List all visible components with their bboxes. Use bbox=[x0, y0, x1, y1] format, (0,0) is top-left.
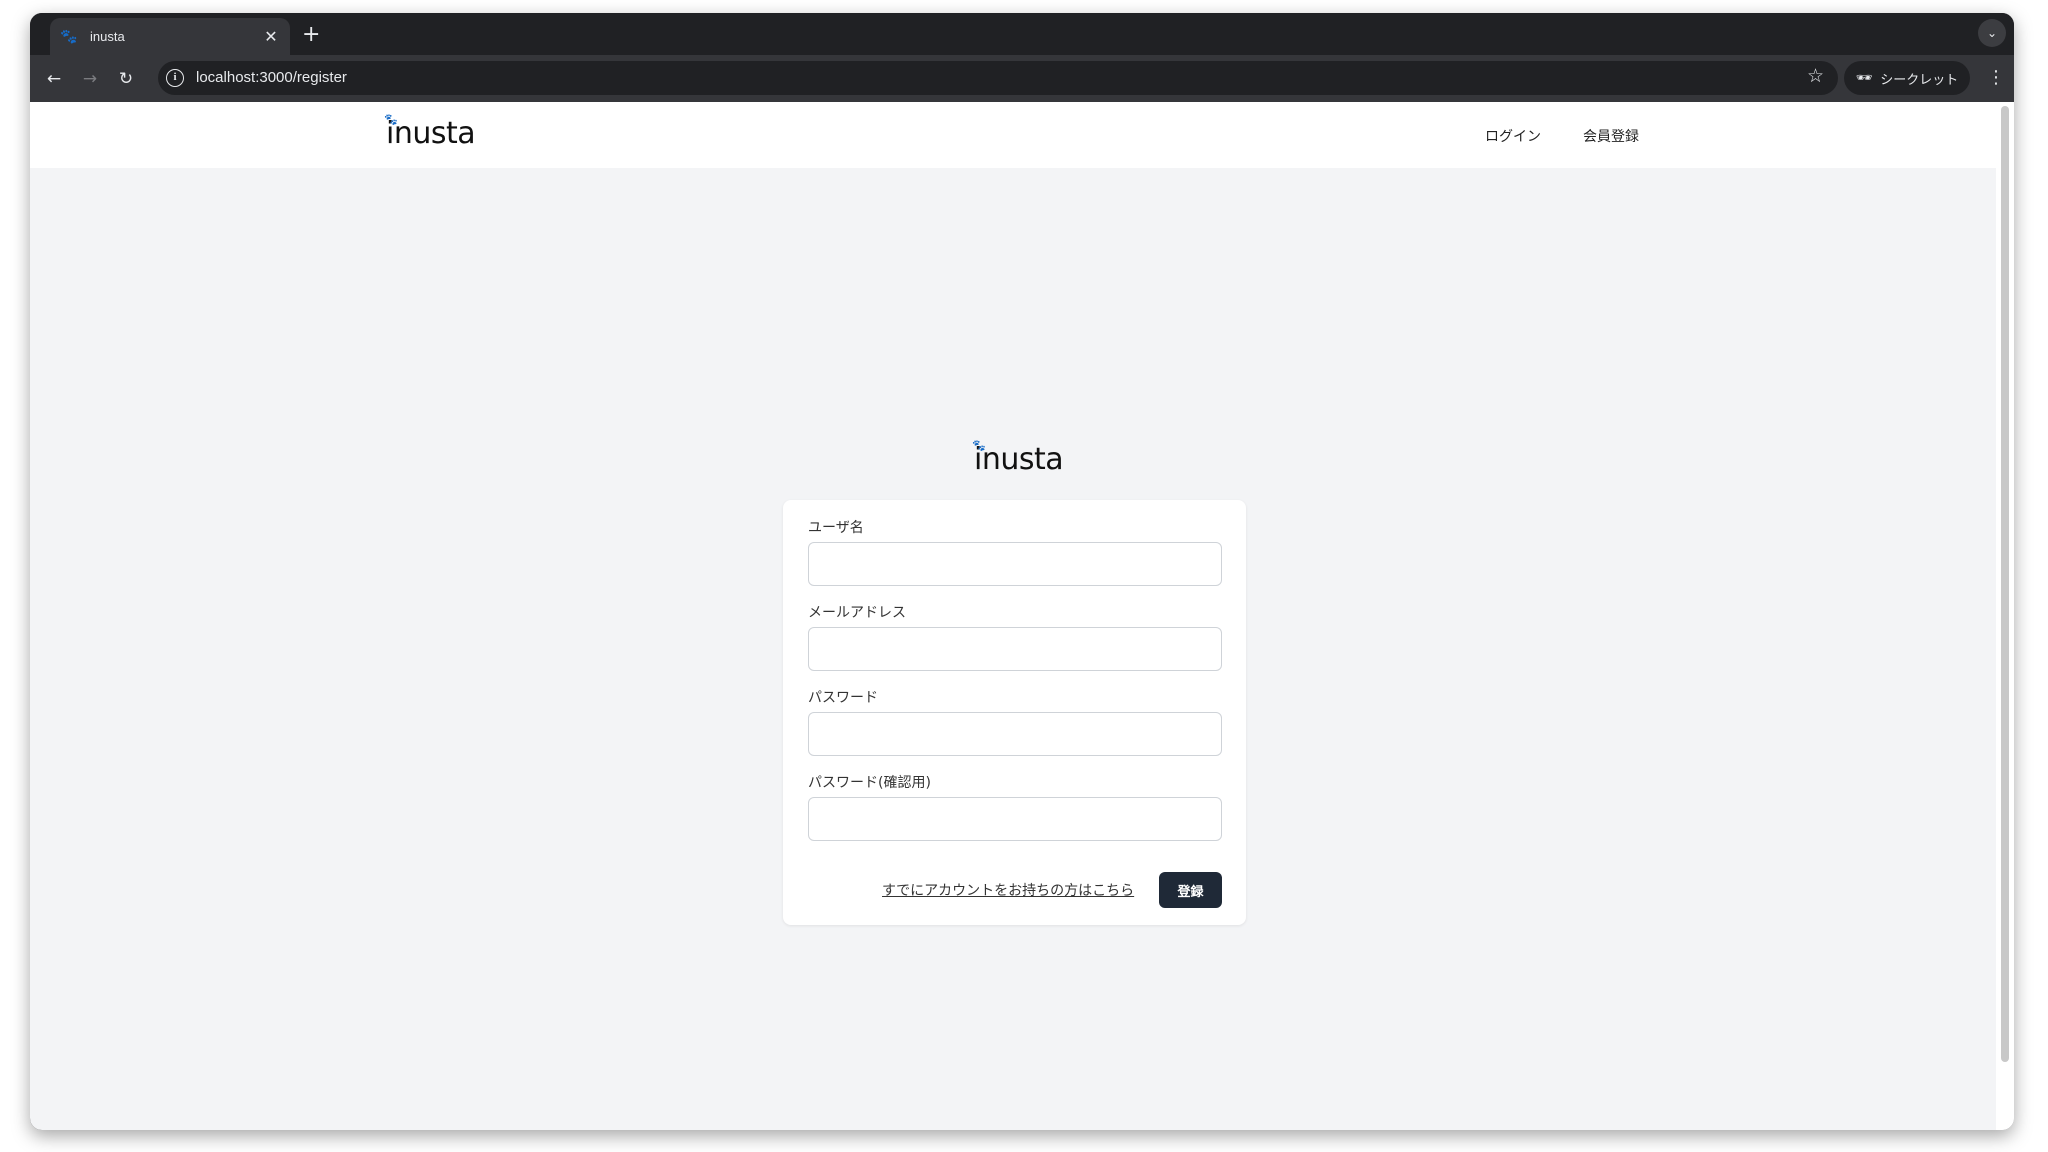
paw-icon: 🐾 bbox=[972, 439, 986, 452]
tab-close-icon[interactable]: ✕ bbox=[262, 27, 280, 46]
header-logo[interactable]: 🐾 inusta bbox=[384, 113, 476, 151]
password-label: パスワード bbox=[808, 690, 878, 706]
tab-strip: 🐾 inusta ✕ + ⌄ bbox=[30, 13, 2014, 55]
forward-icon[interactable]: → bbox=[78, 67, 102, 91]
incognito-indicator[interactable]: 🕶 シークレット bbox=[1844, 61, 1970, 95]
incognito-icon: 🕶 bbox=[1855, 70, 1873, 86]
address-bar[interactable]: i localhost:3000/register ☆ bbox=[158, 61, 1838, 95]
password-input[interactable] bbox=[808, 712, 1222, 756]
form-logo: 🐾 inusta bbox=[972, 439, 1064, 477]
url-text[interactable]: localhost:3000/register bbox=[196, 69, 347, 86]
nav-login-link[interactable]: ログイン bbox=[1485, 126, 1541, 146]
email-input[interactable] bbox=[808, 627, 1222, 671]
username-input[interactable] bbox=[808, 542, 1222, 586]
browser-tab[interactable]: 🐾 inusta ✕ bbox=[50, 18, 290, 55]
incognito-label: シークレット bbox=[1880, 72, 1959, 88]
bookmark-star-icon[interactable]: ☆ bbox=[1807, 65, 1824, 87]
password-confirm-label: パスワード(確認用) bbox=[808, 775, 931, 791]
register-card: ユーザ名 メールアドレス パスワード パスワード(確認用) すでにアカウントをお… bbox=[783, 500, 1246, 925]
page-scrollbar[interactable] bbox=[1996, 102, 2014, 1130]
register-button[interactable]: 登録 bbox=[1159, 872, 1222, 908]
browser-menu-icon[interactable]: ⋮ bbox=[1986, 67, 2006, 89]
new-tab-button[interactable]: + bbox=[302, 24, 320, 46]
password-confirm-input[interactable] bbox=[808, 797, 1222, 841]
username-label: ユーザ名 bbox=[808, 520, 864, 536]
site-info-icon[interactable]: i bbox=[166, 69, 184, 87]
reload-icon[interactable]: ↻ bbox=[114, 67, 138, 91]
browser-toolbar: ← → ↻ i localhost:3000/register ☆ 🕶 シークレ… bbox=[30, 55, 2014, 102]
scrollbar-thumb[interactable] bbox=[2001, 106, 2009, 1062]
nav-register-link[interactable]: 会員登録 bbox=[1583, 126, 1639, 146]
tab-search-chevron-icon[interactable]: ⌄ bbox=[1978, 19, 2006, 47]
site-header: 🐾 inusta ログイン 会員登録 bbox=[30, 102, 1996, 168]
tab-title: inusta bbox=[90, 29, 125, 44]
back-icon[interactable]: ← bbox=[42, 67, 66, 91]
browser-window: 🐾 inusta ✕ + ⌄ ← → ↻ i localhost:3000/re… bbox=[30, 13, 2014, 1130]
header-logo-text: inusta bbox=[386, 116, 476, 151]
form-logo-text: inusta bbox=[974, 442, 1064, 477]
email-label: メールアドレス bbox=[808, 605, 906, 621]
paw-icon: 🐾 bbox=[60, 28, 78, 45]
paw-icon: 🐾 bbox=[384, 113, 398, 126]
header-nav: ログイン 会員登録 bbox=[1485, 126, 1639, 146]
page-viewport: 🐾 inusta ログイン 会員登録 🐾 inusta ユーザ名 メールアドレス… bbox=[30, 102, 2014, 1130]
existing-account-link[interactable]: すでにアカウントをお持ちの方はこちら bbox=[882, 880, 1134, 900]
